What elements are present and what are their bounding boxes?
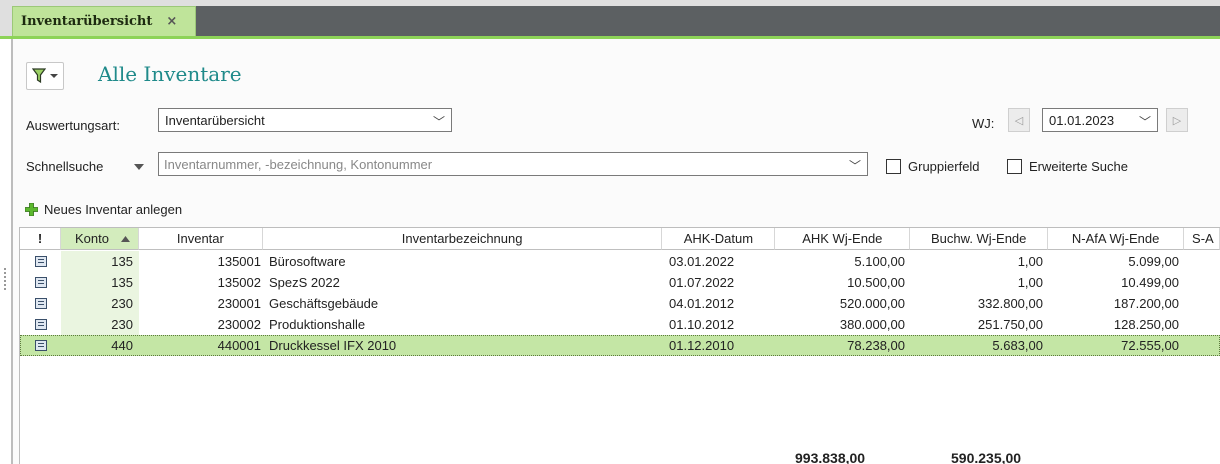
total-ahk-wj-ende: 993.838,00 (795, 450, 866, 464)
cell-inventar: 135002 (217, 275, 261, 290)
row-icon-cell (20, 293, 61, 314)
wj-next-button[interactable]: ▷ (1166, 108, 1188, 132)
tab-inventaruebersicht[interactable]: Inventarübersicht × (12, 6, 196, 36)
cell-ahk-wj-ende: 520.000,00 (839, 296, 905, 311)
cell-bezeichnung: Produktionshalle (269, 317, 366, 332)
row-icon-cell (20, 251, 61, 272)
new-inventory-label: Neues Inventar anlegen (44, 202, 183, 217)
cell-konto: 135 (61, 251, 139, 272)
column-header-s-a[interactable]: S-A (1184, 228, 1220, 250)
column-header-inventar[interactable]: Inventar (138, 228, 263, 250)
erweiterte-suche-label: Erweiterte Suche (1029, 159, 1128, 174)
sort-ascending-icon (120, 236, 130, 242)
close-icon[interactable]: × (166, 14, 177, 29)
cell-konto: 230 (61, 293, 139, 314)
cell-nafa-wj-ende: 5.099,00 (1128, 254, 1179, 269)
row-icon-cell (20, 272, 61, 293)
cell-nafa-wj-ende: 72.555,00 (1121, 338, 1179, 353)
auswertungsart-label: Auswertungsart: (26, 118, 120, 133)
wj-prev-button[interactable]: ◁ (1008, 108, 1030, 132)
schnellsuche-label: Schnellsuche (26, 159, 104, 174)
schnellsuche-dropdown-icon[interactable] (134, 164, 144, 171)
arrow-right-icon: ▷ (1172, 114, 1182, 127)
table-row[interactable]: 135 135002 SpezS 2022 01.07.2022 10.500,… (20, 272, 1220, 293)
cell-ahk-wj-ende: 78.238,00 (847, 338, 905, 353)
gruppierfeld-label: Gruppierfeld (908, 159, 980, 174)
tab-label: Inventarübersicht (21, 14, 153, 29)
row-icon-cell (20, 335, 61, 356)
total-buchw-wj-ende: 590.235,00 (951, 450, 1022, 464)
record-icon (34, 298, 47, 309)
cell-buchw-wj-ende: 1,00 (1017, 275, 1043, 290)
gruppierfeld-checkbox[interactable] (886, 159, 901, 174)
new-inventory-button[interactable]: Neues Inventar anlegen (25, 202, 182, 217)
chevron-down-icon (50, 74, 58, 78)
column-header-bezeichnung[interactable]: Inventarbezeichnung (262, 228, 663, 250)
cell-konto: 230 (61, 314, 139, 335)
cell-ahk-wj-ende: 5.100,00 (854, 254, 905, 269)
cell-bezeichnung: Geschäftsgebäude (269, 296, 379, 311)
chevron-down-icon: ﹀ (432, 115, 445, 129)
cell-bezeichnung: Bürosoftware (269, 254, 346, 269)
auswertungsart-select[interactable]: Inventarübersicht ﹀ (158, 108, 452, 132)
tab-strip-background (196, 6, 1220, 36)
cell-nafa-wj-ende: 10.499,00 (1121, 275, 1179, 290)
record-icon (34, 319, 47, 330)
column-header-ahk-wj-ende[interactable]: AHK Wj-Ende (775, 228, 911, 250)
cell-ahk-datum: 01.10.2012 (669, 317, 735, 332)
search-input[interactable]: Inventarnummer, -bezeichnung, Kontonumme… (158, 152, 868, 176)
auswertungsart-value: Inventarübersicht (165, 112, 265, 128)
column-header-ahk-datum[interactable]: AHK-Datum (662, 228, 776, 250)
cell-ahk-datum: 04.01.2012 (669, 296, 735, 311)
record-icon (34, 256, 47, 267)
cell-ahk-datum: 03.01.2022 (669, 254, 735, 269)
column-header-label: Konto (74, 231, 109, 246)
cell-inventar: 230001 (217, 296, 261, 311)
cell-ahk-datum: 01.07.2022 (669, 275, 735, 290)
cell-inventar: 440001 (217, 338, 261, 353)
cell-konto: 440 (111, 338, 133, 353)
chevron-down-icon: ﹀ (848, 159, 861, 173)
wj-value: 01.01.2023 (1049, 112, 1115, 128)
plus-icon (25, 203, 38, 216)
inventory-table: ! Konto Inventar Inventarbezeichnung AHK… (19, 227, 1220, 464)
filter-button[interactable] (26, 62, 64, 90)
table-header: ! Konto Inventar Inventarbezeichnung AHK… (20, 228, 1220, 250)
wj-label: WJ: (972, 116, 995, 131)
record-icon (34, 277, 47, 288)
cell-buchw-wj-ende: 1,00 (1017, 254, 1043, 269)
wj-select[interactable]: 01.01.2023 ﹀ (1042, 108, 1158, 132)
cell-bezeichnung: SpezS 2022 (269, 275, 340, 290)
cell-konto: 135 (61, 272, 139, 293)
record-icon (34, 340, 47, 351)
cell-nafa-wj-ende: 187.200,00 (1113, 296, 1179, 311)
column-header-nafa-wj-ende[interactable]: N-AfA Wj-Ende (1048, 228, 1185, 250)
tab-strip: Inventarübersicht × (0, 0, 1220, 38)
column-header-flag[interactable]: ! (20, 228, 61, 250)
page-title: Alle Inventare (98, 62, 242, 86)
arrow-left-icon: ◁ (1014, 114, 1024, 127)
search-placeholder: Inventarnummer, -bezeichnung, Kontonumme… (164, 156, 433, 172)
erweiterte-suche-checkbox[interactable] (1007, 159, 1022, 174)
splitter-grip[interactable] (4, 268, 8, 290)
cell-inventar: 230002 (217, 317, 261, 332)
table-row[interactable]: 230 230002 Produktionshalle 01.10.2012 3… (20, 314, 1220, 335)
table-row-selected[interactable]: 440 440001 Druckkessel IFX 2010 01.12.20… (20, 335, 1220, 356)
cell-bezeichnung: Druckkessel IFX 2010 (269, 338, 397, 353)
column-header-buchw-wj-ende[interactable]: Buchw. Wj-Ende (910, 228, 1049, 250)
column-header-konto[interactable]: Konto (60, 228, 139, 250)
cell-ahk-wj-ende: 10.500,00 (847, 275, 905, 290)
table-row[interactable]: 230 230001 Geschäftsgebäude 04.01.2012 5… (20, 293, 1220, 314)
row-icon-cell (20, 314, 61, 335)
cell-buchw-wj-ende: 251.750,00 (977, 317, 1043, 332)
cell-buchw-wj-ende: 5.683,00 (992, 338, 1043, 353)
filter-icon (32, 68, 46, 84)
cell-nafa-wj-ende: 128.250,00 (1113, 317, 1179, 332)
cell-buchw-wj-ende: 332.800,00 (977, 296, 1043, 311)
cell-inventar: 135001 (217, 254, 261, 269)
chevron-down-icon: ﹀ (1138, 115, 1151, 129)
cell-ahk-datum: 01.12.2010 (669, 338, 735, 353)
cell-ahk-wj-ende: 380.000,00 (839, 317, 905, 332)
table-row[interactable]: 135 135001 Bürosoftware 03.01.2022 5.100… (20, 251, 1220, 272)
